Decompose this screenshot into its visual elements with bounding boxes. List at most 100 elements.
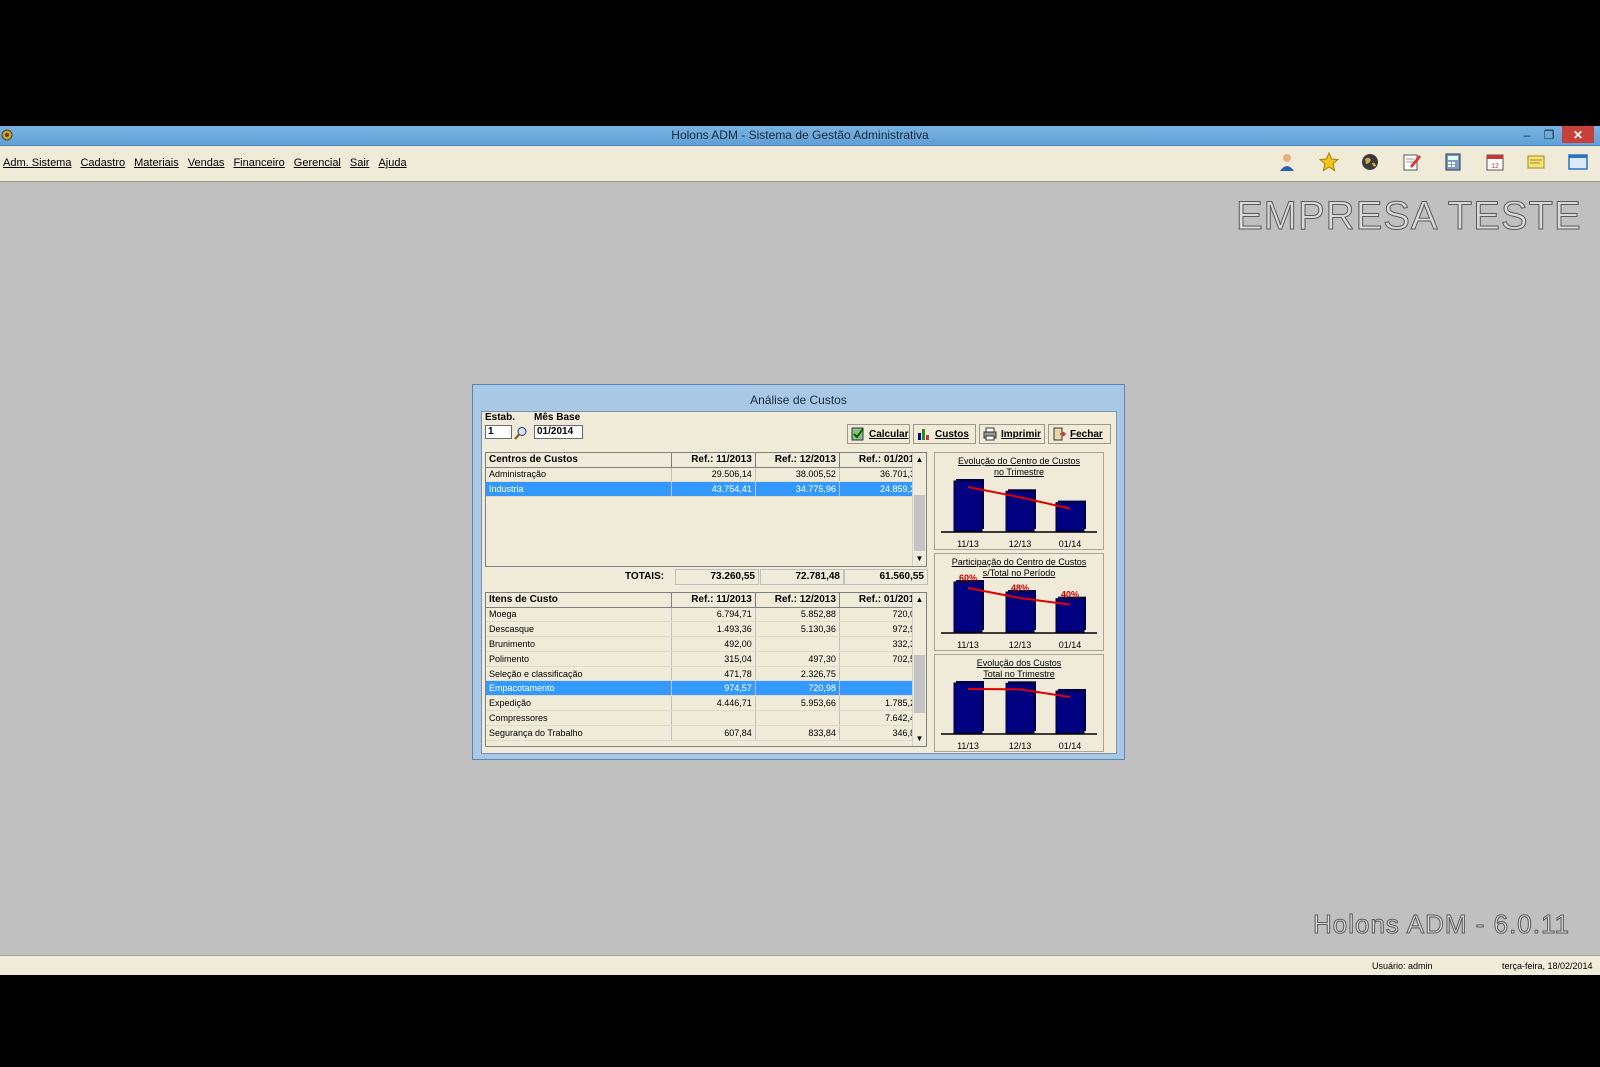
scroll-thumb[interactable] — [914, 655, 925, 713]
cell: 346,84 — [839, 725, 925, 741]
cell: 492,00 — [671, 636, 756, 652]
scroll-down-icon[interactable]: ▼ — [913, 553, 926, 565]
totals-label: TOTAIS: — [625, 571, 665, 582]
menu-financeiro[interactable]: Financeiro — [233, 157, 284, 169]
minimize-button[interactable]: – — [1516, 126, 1538, 144]
calcular-button[interactable]: Calcular — [847, 424, 910, 444]
grid-header-row: Centros de Custos Ref.: 11/2013 Ref.: 12… — [486, 453, 925, 468]
cost-items-scrollbar[interactable]: ▲ ▼ — [912, 593, 926, 746]
tick-label: 11/13 — [957, 640, 979, 650]
printer-icon — [983, 427, 997, 441]
table-row[interactable]: Seleção e classificação 471,78 2.326,75 — [486, 666, 925, 682]
cell: 2.326,75 — [755, 666, 840, 682]
cell: 720,98 — [755, 680, 840, 697]
menu-materiais[interactable]: Materiais — [134, 157, 179, 169]
toolbar: 12 — [1275, 150, 1600, 174]
exit-door-icon — [1053, 427, 1066, 441]
estab-label: Estab. — [485, 412, 516, 423]
scroll-up-icon[interactable]: ▲ — [913, 594, 926, 606]
cost-centers-scrollbar[interactable]: ▲ ▼ — [912, 453, 926, 566]
cell: Descasque — [486, 621, 672, 638]
calculator-icon[interactable] — [1441, 150, 1465, 174]
cell: Brunimento — [486, 636, 672, 652]
scroll-up-icon[interactable]: ▲ — [913, 454, 926, 466]
title-bar: Holons ADM - Sistema de Gestão Administr… — [0, 126, 1600, 146]
status-bar: Usuário: admin terça-feira, 18/02/2014 — [0, 955, 1600, 975]
close-button[interactable]: ✕ — [1562, 126, 1594, 143]
column-header[interactable]: Itens de Custo — [486, 593, 672, 608]
cell: 497,30 — [755, 651, 840, 667]
table-row[interactable]: Brunimento 492,00 332,36 — [486, 636, 925, 652]
table-row[interactable]: Polimento 315,04 497,30 702,51 — [486, 651, 925, 667]
window-title: Holons ADM - Sistema de Gestão Administr… — [671, 128, 929, 142]
window-icon[interactable] — [1566, 150, 1590, 174]
fechar-button[interactable]: Fechar — [1048, 424, 1111, 444]
table-row-selected[interactable]: Industria 43.754,41 34.775,96 24.859,21 — [486, 481, 925, 498]
column-header[interactable]: Ref.: 01/2014 — [839, 593, 925, 608]
chart-plot: 11/13 60% 12/13 48% 01/14 40% — [941, 573, 1097, 650]
user-icon[interactable] — [1275, 150, 1299, 174]
menu-gerencial[interactable]: Gerencial — [294, 157, 341, 169]
scroll-thumb[interactable] — [914, 495, 925, 551]
note-icon[interactable] — [1524, 150, 1548, 174]
data-label: 48% — [1011, 583, 1029, 593]
search-icon[interactable] — [514, 426, 528, 440]
menu-vendas[interactable]: Vendas — [188, 157, 225, 169]
cell — [755, 636, 840, 652]
bar — [953, 682, 983, 734]
bar — [1055, 690, 1085, 734]
status-date: terça-feira, 18/02/2014 — [1502, 961, 1593, 971]
cell: 34.775,96 — [755, 481, 840, 498]
mes-base-input[interactable]: 01/2014 — [534, 425, 583, 439]
cell: 702,51 — [839, 651, 925, 667]
column-header[interactable]: Ref.: 12/2013 — [755, 593, 840, 608]
tick-label: 01/14 — [1059, 741, 1082, 751]
edit-icon[interactable] — [1400, 150, 1424, 174]
cell: Expedição — [486, 695, 672, 712]
calendar-icon[interactable]: 12 — [1483, 150, 1507, 174]
table-row[interactable]: Compressores 7.642,41 — [486, 710, 925, 726]
cell: Empacotamento — [486, 680, 672, 697]
calculator-check-icon — [851, 427, 864, 441]
column-header[interactable]: Ref.: 12/2013 — [755, 453, 840, 468]
cell: Segurança do Trabalho — [486, 725, 672, 741]
tick-label: 01/14 — [1059, 640, 1082, 650]
scroll-down-icon[interactable]: ▼ — [913, 733, 926, 745]
table-row[interactable]: Moega 6.794,71 5.852,88 720,00 — [486, 607, 925, 623]
cell: Compressores — [486, 710, 672, 726]
menu-ajuda[interactable]: Ajuda — [378, 157, 406, 169]
restore-button[interactable]: ❐ — [1538, 126, 1560, 144]
menu-bar: Adm. Sistema Cadastro Materiais Vendas F… — [0, 146, 1600, 182]
menu-adm-sistema[interactable]: Adm. Sistema — [3, 157, 71, 169]
fechar-label: Fechar — [1070, 428, 1103, 440]
cell: 972,91 — [839, 621, 925, 638]
table-row[interactable]: Administração 29.506,14 38.005,52 36.701… — [486, 467, 925, 483]
table-row[interactable]: Segurança do Trabalho 607,84 833,84 346,… — [486, 725, 925, 741]
table-row[interactable]: Descasque 1.493,36 5.130,36 972,91 — [486, 621, 925, 638]
cell: 29.506,14 — [671, 467, 756, 483]
menu-cadastro[interactable]: Cadastro — [80, 157, 125, 169]
cost-centers-grid: Centros de Custos Ref.: 11/2013 Ref.: 12… — [485, 452, 927, 567]
grid-header-row: Itens de Custo Ref.: 11/2013 Ref.: 12/20… — [486, 593, 925, 608]
cell: 5.953,66 — [755, 695, 840, 712]
column-header[interactable]: Ref.: 11/2013 — [671, 453, 756, 468]
calcular-label: Calcular — [869, 428, 909, 440]
estab-input[interactable]: 1 — [485, 425, 512, 439]
column-header[interactable]: Centros de Custos — [486, 453, 672, 468]
imprimir-button[interactable]: Imprimir — [979, 424, 1045, 444]
cell: 7.642,41 — [839, 710, 925, 726]
cell: 38.005,52 — [755, 467, 840, 483]
table-row-selected[interactable]: Empacotamento 974,57 720,98 — [486, 680, 925, 697]
cell: 6.794,71 — [671, 607, 756, 623]
table-row[interactable]: Expedição 4.446,71 5.953,66 1.785,20 — [486, 695, 925, 712]
menu-sair[interactable]: Sair — [350, 157, 370, 169]
total-value: 72.781,48 — [760, 569, 844, 585]
globe-icon[interactable] — [1358, 150, 1382, 174]
cost-analysis-dialog: Análise de Custos Estab. 1 Mês Base 01/2… — [472, 384, 1125, 760]
star-icon[interactable] — [1317, 150, 1341, 174]
dialog-body: Estab. 1 Mês Base 01/2014 Calcular Custo… — [481, 411, 1117, 754]
custos-button[interactable]: Custos — [913, 424, 976, 444]
column-header[interactable]: Ref.: 11/2013 — [671, 593, 756, 608]
svg-text:12: 12 — [1491, 163, 1499, 170]
column-header[interactable]: Ref.: 01/2014 — [839, 453, 925, 468]
